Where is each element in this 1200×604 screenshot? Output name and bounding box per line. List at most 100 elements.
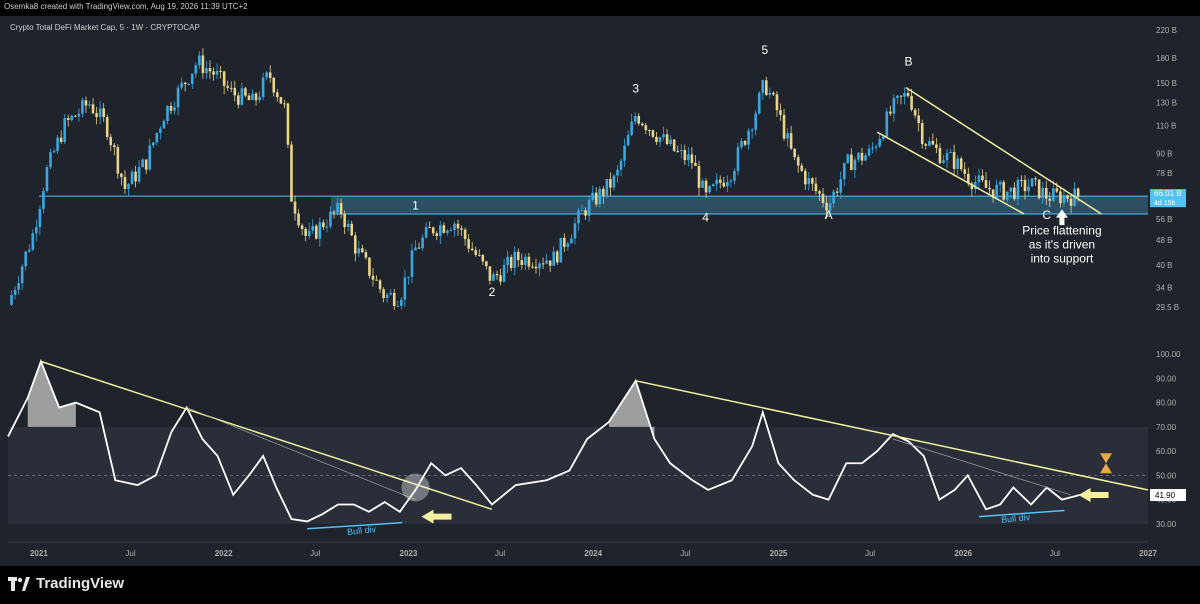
- candle-body: [913, 109, 917, 116]
- candle-body: [70, 115, 74, 120]
- tradingview-logo[interactable]: TradingView: [8, 575, 124, 592]
- attribution-bar: Osemka8 created with TradingView.com, Au…: [0, 0, 1200, 16]
- candle-body: [31, 233, 35, 250]
- candle-body: [20, 266, 24, 284]
- candle-body: [842, 162, 846, 180]
- candle-body: [952, 152, 956, 169]
- candle-body: [718, 179, 722, 183]
- candle-body: [531, 266, 534, 268]
- candle-body: [59, 137, 63, 142]
- candle-body: [318, 222, 322, 239]
- candle-body: [903, 93, 906, 97]
- candle-body: [141, 159, 144, 168]
- candle-body: [935, 144, 938, 149]
- candle-body: [148, 145, 152, 170]
- candle-body: [346, 223, 350, 227]
- candle-body: [726, 181, 729, 187]
- time-axis-tick: Jul: [495, 549, 505, 558]
- chart-canvas[interactable]: 1 2 3 4 5 A B CPrice flatteningas it's drivenin…: [0, 16, 1200, 566]
- candle-body: [35, 226, 38, 234]
- candle-body: [867, 148, 871, 156]
- candle-body: [835, 191, 839, 193]
- wave-label: C: [1042, 208, 1051, 222]
- candle-body: [307, 230, 311, 236]
- candle-body: [283, 103, 286, 105]
- candle-body: [183, 82, 187, 85]
- price-axis-tick: 40 B: [1156, 261, 1172, 270]
- candle-body: [651, 130, 655, 137]
- candle-body: [279, 97, 283, 104]
- candle-body: [527, 256, 531, 267]
- candle-body: [215, 70, 219, 75]
- candle-body: [222, 71, 226, 86]
- candle-body: [1009, 187, 1013, 192]
- candle-body: [244, 88, 247, 96]
- countdown-label: 4d 15h: [1154, 200, 1176, 207]
- candle-body: [13, 289, 17, 295]
- candle-body: [1005, 191, 1009, 200]
- candle-body: [453, 223, 456, 231]
- candle-body: [697, 165, 701, 188]
- candle-body: [942, 160, 945, 164]
- candle-body: [655, 136, 658, 142]
- time-axis-tick: Jul: [1050, 549, 1060, 558]
- time-axis-tick: Jul: [865, 549, 875, 558]
- rsi-axis-tick: 60.00: [1156, 447, 1177, 456]
- candle-body: [421, 237, 424, 249]
- wave-label: 3: [632, 81, 639, 95]
- candle-body: [205, 68, 208, 74]
- price-axis-tick: 78 B: [1156, 169, 1172, 178]
- attribution-text: Osemka8 created with TradingView.com, Au…: [4, 2, 248, 11]
- candle-body: [563, 237, 566, 247]
- rsi-axis-tick: 30.00: [1156, 520, 1177, 529]
- candle-body: [212, 71, 215, 75]
- candle-body: [584, 210, 587, 216]
- candle-body: [208, 68, 212, 72]
- candle-body: [793, 148, 796, 158]
- candle-body: [332, 211, 336, 213]
- candle-body: [77, 113, 81, 117]
- candle-body: [431, 227, 435, 234]
- candle-body: [775, 94, 779, 111]
- candle-body: [786, 133, 789, 139]
- price-axis-tick: 90 B: [1156, 149, 1172, 158]
- candle-body: [353, 235, 357, 254]
- candle-body: [361, 248, 364, 253]
- tradingview-brand: TradingView: [36, 575, 125, 592]
- candle-body: [470, 248, 474, 251]
- wave-label: B: [905, 55, 913, 69]
- candle-body: [701, 180, 704, 188]
- candle-body: [924, 144, 928, 146]
- candle-body: [676, 150, 680, 152]
- candle-body: [857, 152, 860, 160]
- tradingview-logo-icon: [8, 576, 30, 591]
- candle-body: [400, 299, 403, 306]
- candle-body: [10, 294, 13, 305]
- candle-body: [743, 141, 747, 145]
- candle-body: [127, 184, 130, 189]
- candle-body: [733, 170, 736, 181]
- candle-body: [959, 158, 963, 170]
- wave-label: 2: [489, 285, 496, 299]
- candle-body: [102, 108, 105, 118]
- candle-body: [474, 250, 478, 255]
- candle-body: [665, 134, 669, 144]
- candle-body: [201, 55, 205, 74]
- candle-body: [796, 157, 800, 166]
- candle-body: [850, 154, 853, 171]
- candle-body: [194, 65, 198, 74]
- candle-body: [658, 137, 662, 142]
- candle-body: [860, 152, 864, 161]
- candle-body: [889, 111, 892, 114]
- time-axis-tick: 2023: [400, 549, 418, 558]
- candle-body: [169, 105, 173, 111]
- candle-body: [17, 283, 20, 290]
- candle-body: [268, 72, 272, 78]
- candle-body: [807, 178, 811, 185]
- candle-body: [722, 182, 726, 187]
- candle-body: [881, 136, 885, 140]
- candle-body: [580, 210, 584, 212]
- candle-body: [38, 208, 42, 227]
- candle-body: [1066, 195, 1069, 199]
- candle-body: [396, 305, 400, 307]
